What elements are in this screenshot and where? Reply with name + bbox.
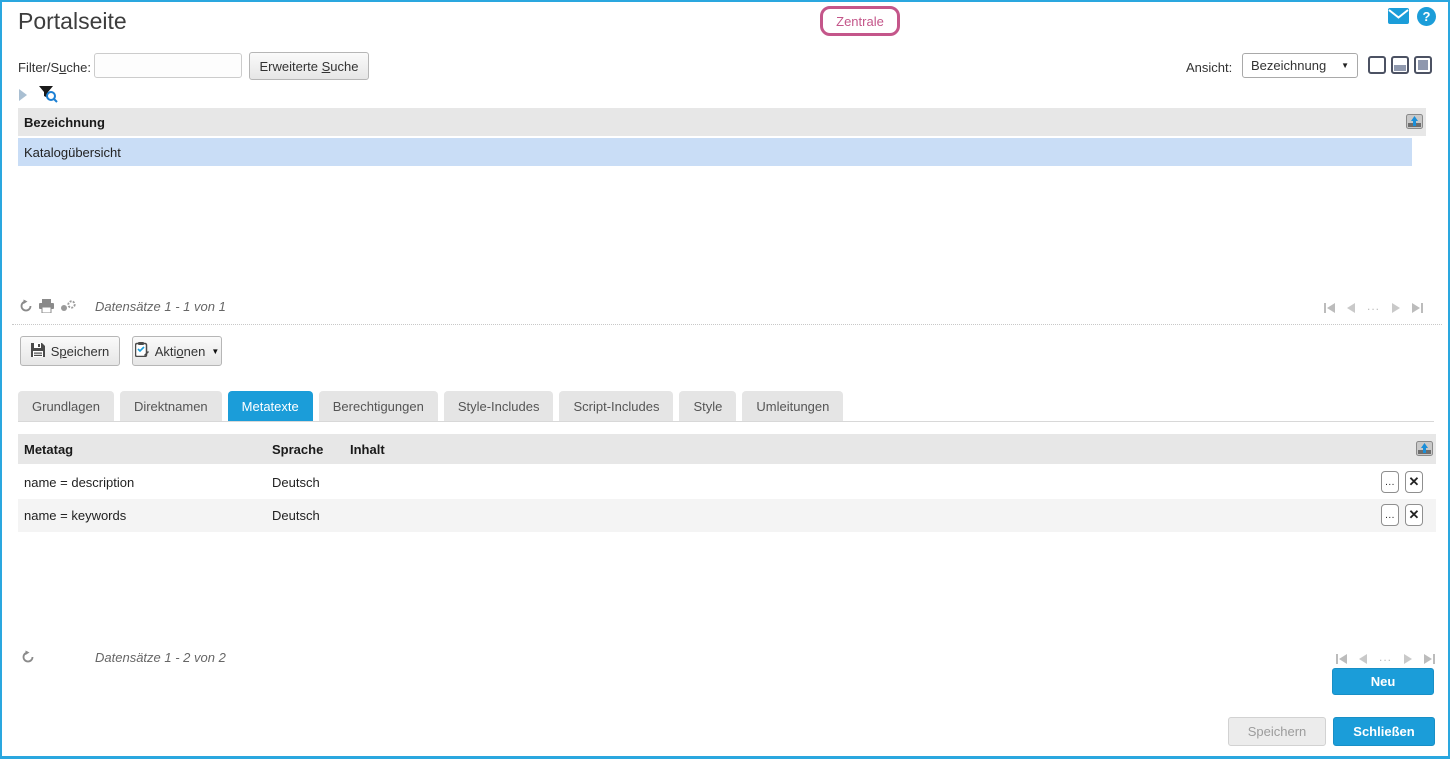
ansicht-select[interactable]: Bezeichnung ▼ bbox=[1242, 53, 1358, 78]
chevron-down-icon: ▼ bbox=[1341, 61, 1349, 70]
first-page-icon[interactable] bbox=[1336, 651, 1347, 669]
new-button[interactable]: Neu bbox=[1332, 668, 1434, 695]
next-page-icon[interactable] bbox=[1392, 300, 1401, 318]
list-table-header[interactable]: Bezeichnung bbox=[18, 108, 1426, 136]
first-page-icon[interactable] bbox=[1324, 300, 1335, 318]
divider bbox=[12, 324, 1442, 325]
table-row[interactable]: name = description Deutsch ... ✕ bbox=[18, 466, 1436, 499]
portal-page-window: Portalseite Zentrale ? Filter/Suche: Erw… bbox=[0, 0, 1450, 759]
close-button[interactable]: Schließen bbox=[1333, 717, 1435, 746]
column-header-inhalt[interactable]: Inhalt bbox=[350, 442, 385, 457]
pager-bottom: ... bbox=[1336, 650, 1436, 669]
list-row-label: Katalogübersicht bbox=[24, 144, 121, 160]
view-split-icon[interactable] bbox=[1391, 56, 1409, 74]
refresh-icon[interactable] bbox=[21, 650, 35, 664]
tab-berechtigungen[interactable]: Berechtigungen bbox=[318, 391, 438, 421]
cell-metatag: name = description bbox=[24, 475, 135, 490]
records-count-label: Datensätze 1 - 2 von 2 bbox=[95, 650, 226, 665]
tab-style-includes[interactable]: Style-Includes bbox=[443, 391, 554, 421]
table-row[interactable]: Katalogübersicht bbox=[18, 138, 1412, 166]
cell-sprache: Deutsch bbox=[272, 508, 320, 523]
tab-direktnamen[interactable]: Direktnamen bbox=[119, 391, 222, 421]
save-button[interactable]: Speichern bbox=[20, 336, 120, 366]
pager-top: ... bbox=[1324, 299, 1424, 318]
detail-tabs: Grundlagen Direktnamen Metatexte Berecht… bbox=[18, 391, 1434, 422]
column-settings-icon[interactable] bbox=[1416, 441, 1433, 459]
zentrale-badge[interactable]: Zentrale bbox=[820, 6, 900, 36]
tab-metatexte[interactable]: Metatexte bbox=[227, 391, 313, 421]
next-page-icon[interactable] bbox=[1404, 651, 1413, 669]
refresh-icon[interactable] bbox=[19, 299, 33, 313]
table-row[interactable]: name = keywords Deutsch ... ✕ bbox=[18, 499, 1436, 532]
list-table-header-label: Bezeichnung bbox=[24, 114, 105, 130]
row-edit-button[interactable]: ... bbox=[1381, 504, 1399, 526]
records-count-label: Datensätze 1 - 1 von 1 bbox=[95, 299, 226, 314]
ansicht-selected-value: Bezeichnung bbox=[1251, 58, 1327, 73]
filter-search-icon[interactable] bbox=[38, 85, 58, 108]
detail-table-header: Metatag Sprache Inhalt bbox=[18, 434, 1436, 464]
print-icon[interactable] bbox=[39, 299, 54, 313]
page-ellipsis[interactable]: ... bbox=[1379, 650, 1392, 664]
prev-page-icon[interactable] bbox=[1359, 651, 1367, 669]
page-ellipsis[interactable]: ... bbox=[1367, 299, 1380, 313]
last-page-icon[interactable] bbox=[1424, 651, 1436, 669]
tab-style[interactable]: Style bbox=[679, 391, 737, 421]
column-header-sprache[interactable]: Sprache bbox=[272, 442, 323, 457]
expand-filter-arrow-icon[interactable] bbox=[19, 89, 27, 101]
help-icon[interactable]: ? bbox=[1417, 7, 1436, 26]
clipboard-icon bbox=[134, 342, 149, 360]
cell-metatag: name = keywords bbox=[24, 508, 127, 523]
save-button-disabled[interactable]: Speichern bbox=[1228, 717, 1326, 746]
tab-script-includes[interactable]: Script-Includes bbox=[559, 391, 674, 421]
cell-sprache: Deutsch bbox=[272, 475, 320, 490]
tab-umleitungen[interactable]: Umleitungen bbox=[742, 391, 844, 421]
floppy-icon bbox=[30, 342, 45, 360]
tab-grundlagen[interactable]: Grundlagen bbox=[18, 391, 114, 421]
view-detail-icon[interactable] bbox=[1414, 56, 1432, 74]
filter-search-input[interactable] bbox=[94, 53, 242, 78]
view-list-only-icon[interactable] bbox=[1368, 56, 1386, 74]
mail-icon[interactable] bbox=[1388, 8, 1409, 29]
prev-page-icon[interactable] bbox=[1347, 300, 1355, 318]
advanced-search-button[interactable]: Erweiterte Suche bbox=[249, 52, 369, 80]
ansicht-label: Ansicht: bbox=[1186, 60, 1233, 75]
chevron-down-icon: ▼ bbox=[211, 346, 220, 356]
filter-search-label: Filter/Suche: bbox=[18, 60, 91, 75]
actions-menu-button[interactable]: Aktionen ▼ bbox=[132, 336, 222, 366]
column-header-metatag[interactable]: Metatag bbox=[24, 442, 73, 457]
row-delete-button[interactable]: ✕ bbox=[1405, 471, 1423, 493]
page-title: Portalseite bbox=[18, 8, 127, 34]
row-edit-button[interactable]: ... bbox=[1381, 471, 1399, 493]
export-settings-icon[interactable] bbox=[60, 300, 76, 312]
last-page-icon[interactable] bbox=[1412, 300, 1424, 318]
column-settings-icon[interactable] bbox=[1406, 114, 1423, 132]
row-delete-button[interactable]: ✕ bbox=[1405, 504, 1423, 526]
